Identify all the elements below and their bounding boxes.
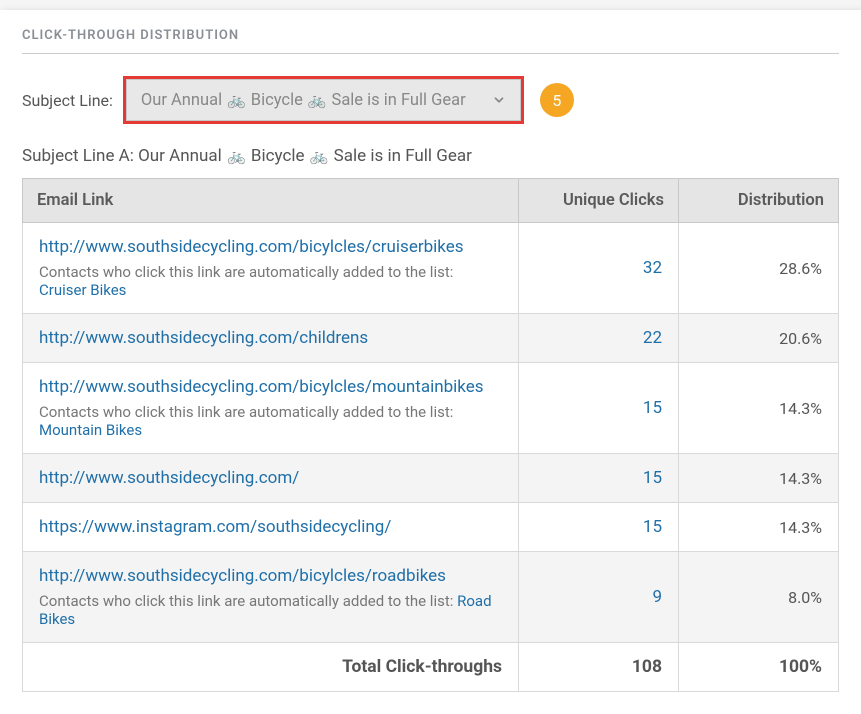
autolist-prefix: Contacts who click this link are automat… [39, 592, 457, 610]
cell-clicks: 15 [519, 363, 679, 454]
section-title: CLICK-THROUGH DISTRIBUTION [22, 28, 839, 43]
unique-clicks-link[interactable]: 9 [652, 587, 662, 607]
table-row: http://www.southsidecycling.com/bicylcle… [23, 223, 839, 314]
bicycle-icon: 🚲 [308, 93, 327, 108]
total-distribution: 100% [679, 643, 839, 692]
cell-distribution: 8.0% [679, 552, 839, 643]
autolist-note: Contacts who click this link are automat… [39, 263, 502, 299]
cell-link: http://www.southsidecycling.com/bicylcle… [23, 552, 519, 643]
subject-line-label: Subject Line: [22, 91, 113, 110]
cell-clicks: 15 [519, 503, 679, 552]
total-label: Total Click-throughs [23, 643, 519, 692]
cell-clicks: 22 [519, 314, 679, 363]
unique-clicks-link[interactable]: 32 [643, 258, 662, 278]
email-link[interactable]: http://www.southsidecycling.com/bicylcle… [39, 237, 464, 257]
table-row: http://www.southsidecycling.com/bicylcle… [23, 363, 839, 454]
unique-clicks-link[interactable]: 15 [643, 468, 662, 488]
cell-link: http://www.southsidecycling.com/bicylcle… [23, 363, 519, 454]
table-total-row: Total Click-throughs 108 100% [23, 643, 839, 692]
subject-line-select[interactable]: Our Annual 🚲 Bicycle 🚲 Sale is in Full G… [126, 79, 521, 121]
col-unique-clicks: Unique Clicks [519, 179, 679, 223]
table-row: http://www.southsidecycling.com/bicylcle… [23, 552, 839, 643]
cell-link: https://www.instagram.com/southsidecycli… [23, 503, 519, 552]
subject-line-control-row: Subject Line: Our Annual 🚲 Bicycle 🚲 Sal… [22, 76, 839, 124]
autolist-note: Contacts who click this link are automat… [39, 592, 502, 628]
table-row: http://www.southsidecycling.com/15 14.3% [23, 454, 839, 503]
autolist-note: Contacts who click this link are automat… [39, 403, 502, 439]
total-clicks: 108 [519, 643, 679, 692]
list-link[interactable]: Mountain Bikes [39, 421, 142, 439]
cell-distribution: 14.3% [679, 503, 839, 552]
list-link[interactable]: Cruiser Bikes [39, 281, 126, 299]
email-link[interactable]: http://www.southsidecycling.com/bicylcle… [39, 377, 484, 397]
email-link[interactable]: https://www.instagram.com/southsidecycli… [39, 517, 391, 537]
autolist-prefix: Contacts who click this link are automat… [39, 263, 453, 281]
cell-distribution: 14.3% [679, 454, 839, 503]
cell-link: http://www.southsidecycling.com/children… [23, 314, 519, 363]
email-link[interactable]: http://www.southsidecycling.com/bicylcle… [39, 566, 446, 586]
unique-clicks-link[interactable]: 15 [643, 517, 662, 537]
cell-distribution: 20.6% [679, 314, 839, 363]
unique-clicks-link[interactable]: 22 [643, 328, 662, 348]
bicycle-icon: 🚲 [227, 149, 246, 164]
subject-line-selected-value: Our Annual 🚲 Bicycle 🚲 Sale is in Full G… [141, 91, 466, 110]
cell-link: http://www.southsidecycling.com/bicylcle… [23, 223, 519, 314]
step-badge: 5 [540, 83, 574, 117]
chevron-down-icon [492, 93, 506, 107]
cell-distribution: 28.6% [679, 223, 839, 314]
email-link[interactable]: http://www.southsidecycling.com/children… [39, 328, 368, 348]
subject-line-select-highlight: Our Annual 🚲 Bicycle 🚲 Sale is in Full G… [123, 76, 524, 124]
bicycle-icon: 🚲 [310, 149, 329, 164]
divider [22, 53, 839, 54]
table-row: https://www.instagram.com/southsidecycli… [23, 503, 839, 552]
click-through-table: Email Link Unique Clicks Distribution ht… [22, 178, 839, 692]
email-link[interactable]: http://www.southsidecycling.com/ [39, 468, 299, 488]
cell-link: http://www.southsidecycling.com/ [23, 454, 519, 503]
autolist-prefix: Contacts who click this link are automat… [39, 403, 453, 421]
cell-clicks: 15 [519, 454, 679, 503]
col-email-link: Email Link [23, 179, 519, 223]
cell-clicks: 9 [519, 552, 679, 643]
table-row: http://www.southsidecycling.com/children… [23, 314, 839, 363]
col-distribution: Distribution [679, 179, 839, 223]
click-through-panel: CLICK-THROUGH DISTRIBUTION Subject Line:… [0, 10, 861, 714]
bicycle-icon: 🚲 [227, 93, 246, 108]
unique-clicks-link[interactable]: 15 [643, 398, 662, 418]
cell-distribution: 14.3% [679, 363, 839, 454]
cell-clicks: 32 [519, 223, 679, 314]
subject-line-heading: Subject Line A: Our Annual 🚲 Bicycle 🚲 S… [22, 146, 839, 166]
